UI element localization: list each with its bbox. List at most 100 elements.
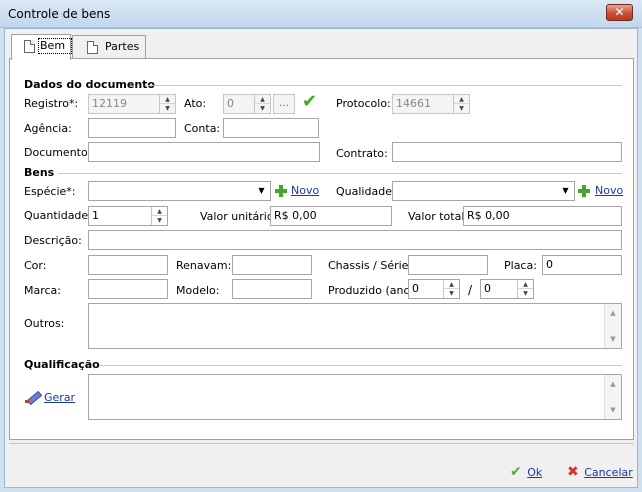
agencia-input[interactable]: [88, 118, 176, 138]
ato-input[interactable]: 0 ▲ ▼: [223, 94, 271, 114]
descricao-label: Descrição:: [24, 234, 82, 247]
group-title-qualificacao: Qualificação: [24, 358, 100, 371]
tab-bem-label: Bem: [40, 39, 66, 52]
add-icon[interactable]: [578, 185, 590, 197]
group-divider: [148, 85, 622, 86]
agencia-label: Agência:: [24, 122, 72, 135]
window-title: Controle de bens: [8, 7, 111, 21]
ok-button-label: Ok: [527, 466, 543, 479]
spin-down-icon[interactable]: ▼: [444, 289, 459, 298]
pencil-icon[interactable]: [25, 390, 39, 404]
protocolo-input[interactable]: 14661 ▲ ▼: [392, 94, 470, 114]
ato-browse-button[interactable]: ...: [273, 94, 295, 114]
produzido-from-spinner[interactable]: ▲ ▼: [443, 280, 459, 298]
produzido-from-input[interactable]: 0 ▲ ▼: [408, 279, 460, 299]
cancel-button[interactable]: ✖ Cancelar: [567, 464, 633, 480]
chassis-input[interactable]: [408, 255, 488, 275]
contrato-label: Contrato:: [336, 147, 388, 160]
especie-select[interactable]: ▼: [88, 181, 271, 201]
marca-input[interactable]: [88, 279, 168, 299]
footer-divider: [9, 443, 634, 444]
chevron-down-icon[interactable]: ▼: [253, 182, 270, 200]
ok-button[interactable]: ✔ Ok: [510, 464, 542, 480]
registro-spinner[interactable]: ▲ ▼: [159, 95, 175, 113]
registro-label: Registro*:: [24, 97, 79, 110]
tab-partes[interactable]: Partes: [72, 35, 146, 59]
renavam-label: Renavam:: [176, 259, 232, 272]
scroll-down-icon[interactable]: ▼: [605, 332, 621, 346]
ato-label: Ato:: [184, 97, 207, 110]
produzido-to-input[interactable]: 0 ▲ ▼: [480, 279, 534, 299]
spin-up-icon[interactable]: ▲: [518, 280, 533, 289]
scroll-up-icon[interactable]: ▲: [605, 377, 621, 391]
cor-input[interactable]: [88, 255, 168, 275]
chassis-label: Chassis / Série:: [328, 259, 413, 272]
document-icon: [87, 41, 98, 54]
scroll-up-icon[interactable]: ▲: [605, 306, 621, 320]
cor-label: Cor:: [24, 259, 47, 272]
quantidade-label: Quantidade:: [24, 209, 92, 222]
descricao-input[interactable]: [88, 230, 622, 250]
spin-up-icon[interactable]: ▲: [160, 95, 175, 104]
marca-label: Marca:: [24, 284, 62, 297]
qualidade-select[interactable]: ▼: [392, 181, 575, 201]
valor-total-input[interactable]: R$ 0,00: [463, 206, 622, 226]
group-divider: [58, 173, 622, 174]
qualificacao-textarea[interactable]: ▲ ▼: [88, 374, 622, 420]
quantidade-spinner[interactable]: ▲ ▼: [151, 207, 167, 225]
group-title-bens: Bens: [24, 166, 55, 179]
protocolo-label: Protocolo:: [336, 97, 391, 110]
close-button[interactable]: ✕: [606, 4, 633, 21]
outros-label: Outros:: [24, 317, 65, 330]
spin-down-icon[interactable]: ▼: [160, 104, 175, 113]
documento-label: Documento:: [24, 146, 92, 159]
spin-down-icon[interactable]: ▼: [518, 289, 533, 298]
group-title-documento: Dados do documento: [24, 78, 155, 91]
conta-input[interactable]: [223, 118, 319, 138]
spin-up-icon[interactable]: ▲: [454, 95, 469, 104]
title-bar: Controle de bens ✕: [0, 0, 642, 28]
modelo-input[interactable]: [232, 279, 312, 299]
valor-unitario-label: Valor unitário:: [200, 210, 278, 223]
placa-input[interactable]: 0: [542, 255, 622, 275]
qualidade-novo-link[interactable]: Novo: [595, 184, 623, 197]
spin-up-icon[interactable]: ▲: [255, 95, 270, 104]
tab-bem[interactable]: Bem: [11, 34, 72, 60]
ato-spinner[interactable]: ▲ ▼: [254, 95, 270, 113]
contrato-input[interactable]: [392, 142, 622, 162]
produzido-label: Produzido (ano):: [328, 284, 419, 297]
document-icon: [24, 40, 35, 53]
especie-label: Espécie*:: [24, 185, 76, 198]
spin-down-icon[interactable]: ▼: [152, 216, 167, 225]
valor-total-label: Valor total:: [408, 210, 469, 223]
placa-label: Placa:: [504, 259, 537, 272]
protocolo-spinner[interactable]: ▲ ▼: [453, 95, 469, 113]
group-divider: [100, 365, 622, 366]
check-icon: ✔: [302, 91, 318, 112]
spin-down-icon[interactable]: ▼: [454, 104, 469, 113]
scroll-down-icon[interactable]: ▼: [605, 403, 621, 417]
conta-label: Conta:: [184, 122, 221, 135]
outros-textarea[interactable]: ▲ ▼: [88, 303, 622, 349]
tab-partes-label: Partes: [105, 40, 140, 53]
especie-novo-link[interactable]: Novo: [291, 184, 319, 197]
cancel-button-label: Cancelar: [584, 466, 633, 479]
spin-down-icon[interactable]: ▼: [255, 104, 270, 113]
gerar-link[interactable]: Gerar: [44, 391, 75, 404]
renavam-input[interactable]: [232, 255, 312, 275]
check-icon: ✔: [510, 464, 522, 480]
year-separator: /: [468, 283, 473, 297]
qualificacao-scrollbar[interactable]: ▲ ▼: [604, 375, 621, 419]
outros-scrollbar[interactable]: ▲ ▼: [604, 304, 621, 348]
chevron-down-icon[interactable]: ▼: [557, 182, 574, 200]
quantidade-input[interactable]: 1 ▲ ▼: [88, 206, 168, 226]
produzido-to-spinner[interactable]: ▲ ▼: [517, 280, 533, 298]
documento-input[interactable]: [88, 142, 320, 162]
spin-up-icon[interactable]: ▲: [444, 280, 459, 289]
add-icon[interactable]: [275, 185, 287, 197]
close-icon: ✖: [567, 464, 579, 480]
modelo-label: Modelo:: [176, 284, 220, 297]
registro-input[interactable]: 12119 ▲ ▼: [88, 94, 176, 114]
spin-up-icon[interactable]: ▲: [152, 207, 167, 216]
valor-unitario-input[interactable]: R$ 0,00: [270, 206, 392, 226]
